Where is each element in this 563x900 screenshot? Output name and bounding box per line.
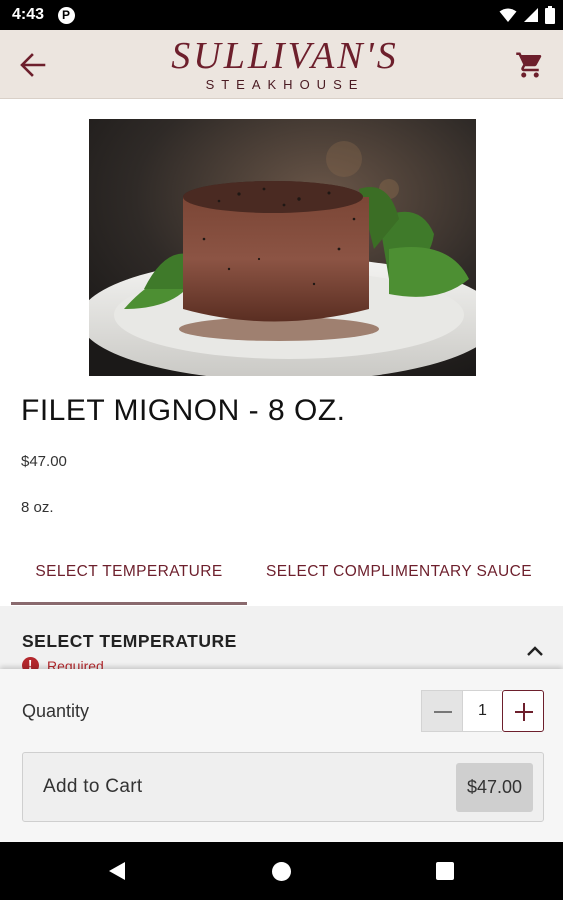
chevron-up-icon[interactable] bbox=[525, 644, 545, 658]
product-description: 8 oz. bbox=[21, 499, 54, 516]
shopping-cart-icon bbox=[516, 52, 542, 78]
option-tabs: SELECT TEMPERATURE SELECT COMPLIMENTARY … bbox=[0, 548, 563, 606]
tab-select-complimentary-sauce[interactable]: SELECT COMPLIMENTARY SAUCE bbox=[258, 548, 563, 604]
nav-home-icon[interactable] bbox=[272, 862, 291, 881]
signal-icon bbox=[524, 8, 538, 22]
logo-main-text: SULLIVAN'S bbox=[171, 35, 399, 77]
battery-icon bbox=[545, 6, 555, 24]
cart-button[interactable] bbox=[515, 50, 545, 80]
status-bar: 4:43 bbox=[0, 0, 563, 30]
product-title: FILET MIGNON - 8 OZ. bbox=[21, 394, 346, 427]
plus-icon bbox=[515, 703, 533, 721]
quantity-label: Quantity bbox=[22, 701, 90, 721]
wifi-icon bbox=[499, 8, 517, 22]
minus-icon bbox=[434, 711, 452, 713]
back-button[interactable] bbox=[18, 50, 50, 80]
section-title: SELECT TEMPERATURE bbox=[22, 631, 237, 651]
status-time: 4:43 bbox=[12, 6, 45, 23]
app-header: SULLIVAN'S STEAKHOUSE bbox=[0, 30, 563, 99]
arrow-left-icon bbox=[20, 53, 46, 77]
temperature-section[interactable]: SELECT TEMPERATURE Required bbox=[0, 606, 563, 672]
product-price: $47.00 bbox=[21, 453, 67, 470]
brand-logo: SULLIVAN'S STEAKHOUSE bbox=[150, 36, 420, 96]
add-to-cart-label: Add to Cart bbox=[43, 776, 143, 797]
increase-quantity-button[interactable] bbox=[502, 690, 544, 732]
logo-sub-text: STEAKHOUSE bbox=[205, 77, 365, 92]
p-notification-icon bbox=[58, 7, 75, 24]
status-icons bbox=[499, 5, 555, 25]
quantity-value: 1 bbox=[463, 690, 502, 732]
add-to-cart-button[interactable]: Add to Cart $47.00 bbox=[22, 752, 544, 822]
quantity-stepper: 1 bbox=[421, 690, 544, 732]
active-tab-indicator bbox=[11, 602, 247, 605]
add-to-cart-total: $47.00 bbox=[456, 763, 533, 812]
tab-select-temperature[interactable]: SELECT TEMPERATURE bbox=[11, 548, 247, 604]
nav-recents-icon[interactable] bbox=[436, 862, 454, 880]
system-nav-bar bbox=[0, 842, 563, 900]
nav-back-icon[interactable] bbox=[108, 861, 126, 881]
order-panel: Quantity 1 Add to Cart $47.00 bbox=[0, 669, 563, 841]
product-image bbox=[89, 119, 476, 376]
decrease-quantity-button[interactable] bbox=[421, 690, 463, 732]
